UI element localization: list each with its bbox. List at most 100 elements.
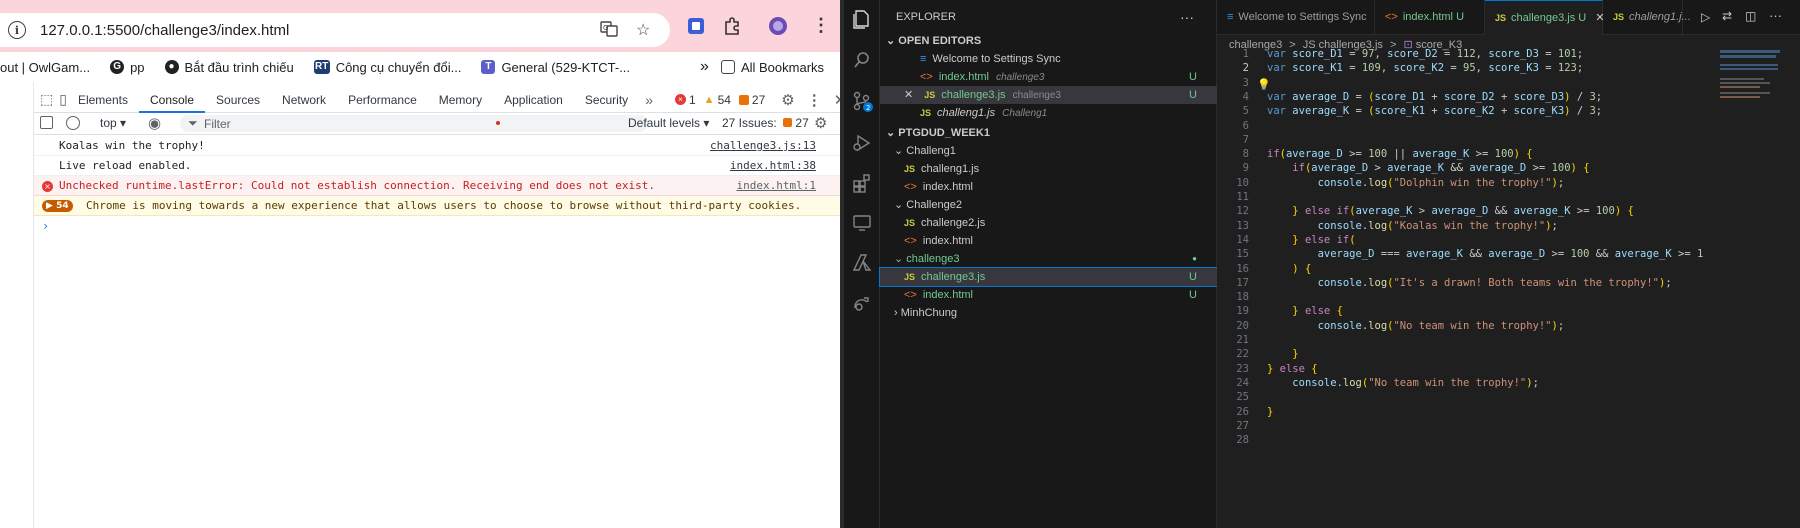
source-control-icon[interactable]: 2 bbox=[850, 90, 874, 114]
folder-item[interactable]: › MinhChung bbox=[880, 304, 1217, 322]
console-source-link[interactable]: index.html:1 bbox=[737, 176, 816, 196]
more-tabs-button[interactable]: » bbox=[645, 92, 653, 108]
code-line[interactable]: console.log("Koalas win the trophy!"); bbox=[1267, 220, 1558, 232]
profile-avatar[interactable] bbox=[768, 16, 788, 41]
code-line[interactable]: } bbox=[1267, 406, 1273, 418]
code-line[interactable]: var average_D = (score_D1 + score_D2 + s… bbox=[1267, 91, 1602, 103]
code-line[interactable]: console.log("It's a drawn! Both teams wi… bbox=[1267, 277, 1672, 289]
compare-icon[interactable]: ⇄ bbox=[1722, 9, 1732, 23]
bookmark-item[interactable]: out | OwlGam... bbox=[0, 60, 90, 75]
sidebar-toggle-icon[interactable] bbox=[40, 116, 53, 129]
folder-item[interactable]: ⌄ Challenge2 bbox=[880, 196, 1217, 214]
inspect-element-icon[interactable]: ⬚ bbox=[40, 91, 53, 108]
file-item[interactable]: JS challenge2.js bbox=[880, 214, 1217, 232]
explorer-more-icon[interactable]: ··· bbox=[1180, 8, 1210, 26]
code-line[interactable]: average_D === average_K && average_D >= … bbox=[1267, 248, 1704, 260]
bookmarks-overflow-button[interactable]: » bbox=[700, 58, 709, 76]
warning-counter[interactable]: ▲ 54 bbox=[704, 93, 731, 107]
run-debug-icon[interactable] bbox=[850, 132, 874, 156]
devtools-tab-console[interactable]: Console bbox=[138, 87, 206, 113]
folder-item[interactable]: ⌄ challenge3 ● bbox=[880, 250, 1217, 268]
folder-item[interactable]: ⌄ Challeng1 bbox=[880, 142, 1217, 160]
editor-tab[interactable]: JS challeng1.j... bbox=[1603, 0, 1691, 35]
code-line[interactable]: ) { bbox=[1267, 263, 1311, 275]
file-item[interactable]: <> index.html bbox=[880, 178, 1217, 196]
files-icon[interactable] bbox=[850, 8, 874, 32]
editor-tab-active[interactable]: JS challenge3.js U ✕ bbox=[1485, 0, 1605, 35]
code-line[interactable]: if(average_D > average_K && average_D >=… bbox=[1267, 162, 1589, 174]
devtools-tab[interactable]: Sources bbox=[205, 87, 271, 113]
devtools-tab[interactable]: Performance bbox=[337, 87, 428, 113]
clear-console-icon[interactable] bbox=[66, 116, 80, 130]
url-text[interactable]: 127.0.0.1:5500/challenge3/index.html bbox=[40, 22, 289, 39]
filter-input[interactable]: ⏷ Filter bbox=[180, 115, 648, 132]
open-editor-item[interactable]: JS challeng1.js Challeng1 bbox=[880, 104, 1217, 122]
minimap[interactable] bbox=[1720, 48, 1800, 108]
azure-icon[interactable] bbox=[850, 252, 874, 276]
code-line[interactable]: console.log("No team win the trophy!"); bbox=[1267, 377, 1539, 389]
code-line[interactable]: var score_K1 = 109, score_K2 = 95, score… bbox=[1267, 62, 1583, 74]
issue-counter[interactable]: 27 bbox=[738, 93, 765, 107]
workspace-header[interactable]: ⌄ PTGDUD_WEEK1 bbox=[880, 124, 1217, 142]
site-info-icon[interactable]: i bbox=[8, 21, 26, 39]
code-line[interactable]: } bbox=[1267, 348, 1298, 360]
close-icon[interactable]: ✕ bbox=[904, 89, 913, 101]
device-toggle-icon[interactable]: ▯ bbox=[59, 91, 67, 108]
bookmark-item[interactable]: ● Bắt đầu trình chiếu bbox=[164, 60, 294, 75]
file-item[interactable]: JS challeng1.js bbox=[880, 160, 1217, 178]
file-item[interactable]: <> index.html bbox=[880, 232, 1217, 250]
lightbulb-icon[interactable]: 💡 bbox=[1257, 78, 1271, 91]
more-actions-icon[interactable]: ··· bbox=[1769, 8, 1782, 23]
extensions-icon[interactable] bbox=[850, 172, 874, 196]
live-share-icon[interactable] bbox=[850, 292, 874, 316]
open-editor-item-active[interactable]: ✕ JS challenge3.js challenge3 U bbox=[880, 86, 1217, 104]
code-line[interactable]: } else { bbox=[1267, 363, 1318, 375]
issues-button[interactable]: 27 Issues: 27 bbox=[722, 116, 809, 130]
code-line[interactable]: } else if(average_K > average_D && avera… bbox=[1267, 205, 1634, 217]
devtools-tab[interactable]: Security bbox=[574, 87, 639, 113]
code-line[interactable]: var average_K = (score_K1 + score_K2 + s… bbox=[1267, 105, 1602, 117]
bookmark-item[interactable]: RT Công cụ chuyển đổi... bbox=[313, 60, 461, 75]
browser-menu-icon[interactable]: ⋮ bbox=[812, 15, 830, 36]
bookmark-item[interactable]: T General (529-KTCT-... bbox=[481, 60, 630, 75]
code-line[interactable]: var score_D1 = 97, score_D2 = 112, score… bbox=[1267, 48, 1583, 60]
devtools-tab[interactable]: Application bbox=[493, 87, 574, 113]
editor-tab[interactable]: <> index.html U bbox=[1375, 0, 1485, 35]
code-line[interactable]: if(average_D >= 100 || average_K >= 100)… bbox=[1267, 148, 1533, 160]
open-editors-header[interactable]: ⌄ OPEN EDITORS bbox=[880, 32, 1217, 50]
file-item[interactable]: <> index.html U bbox=[880, 286, 1217, 304]
bookmark-item[interactable]: Gpp bbox=[110, 60, 145, 75]
console-warning-group[interactable]: ▶ 54 Chrome is moving towards a new expe… bbox=[34, 196, 840, 216]
settings-gear-icon[interactable]: ⚙ bbox=[781, 91, 794, 109]
remote-explorer-icon[interactable] bbox=[850, 212, 874, 236]
all-bookmarks-button[interactable]: All Bookmarks bbox=[720, 60, 824, 75]
code-line[interactable]: } else { bbox=[1267, 305, 1343, 317]
split-editor-icon[interactable]: ◫ bbox=[1745, 9, 1756, 23]
code-line[interactable]: console.log("No team win the trophy!"); bbox=[1267, 320, 1565, 332]
extensions-puzzle-icon[interactable] bbox=[722, 16, 742, 41]
console-prompt[interactable]: › bbox=[34, 216, 840, 236]
devtools-tab[interactable]: Network bbox=[271, 87, 337, 113]
open-editor-item[interactable]: <> index.html challenge3 U bbox=[880, 68, 1217, 86]
open-editor-item[interactable]: ≡ Welcome to Settings Sync bbox=[880, 50, 1217, 68]
console-settings-icon[interactable]: ⚙ bbox=[814, 114, 827, 132]
file-item-selected[interactable]: JS challenge3.js U bbox=[879, 267, 1218, 287]
translate-icon[interactable]: G bbox=[600, 20, 618, 43]
address-bar[interactable]: i 127.0.0.1:5500/challenge3/index.html G… bbox=[0, 13, 670, 47]
devtools-menu-icon[interactable]: ⋮ bbox=[807, 91, 822, 109]
console-source-link[interactable]: challenge3.js:13 bbox=[710, 136, 816, 156]
context-selector[interactable]: top ▾ bbox=[100, 116, 126, 130]
search-icon[interactable] bbox=[850, 50, 874, 74]
live-expression-eye-icon[interactable]: ◉ bbox=[148, 114, 161, 132]
devtools-tab[interactable]: Memory bbox=[428, 87, 493, 113]
editor-tab[interactable]: ≡ Welcome to Settings Sync bbox=[1217, 0, 1375, 35]
run-icon[interactable]: ▷ bbox=[1701, 10, 1710, 24]
devtools-tab[interactable]: Elements bbox=[67, 87, 139, 113]
extension-icon[interactable] bbox=[686, 16, 706, 41]
log-levels-dropdown[interactable]: Default levels ▾ bbox=[628, 116, 709, 130]
bookmark-star-icon[interactable]: ☆ bbox=[636, 20, 650, 40]
error-counter[interactable]: × 1 bbox=[674, 93, 696, 107]
code-line[interactable]: console.log("Dolphin win the trophy!"); bbox=[1267, 177, 1565, 189]
console-source-link[interactable]: index.html:38 bbox=[730, 156, 816, 176]
code-line[interactable]: } else if( bbox=[1267, 234, 1355, 246]
